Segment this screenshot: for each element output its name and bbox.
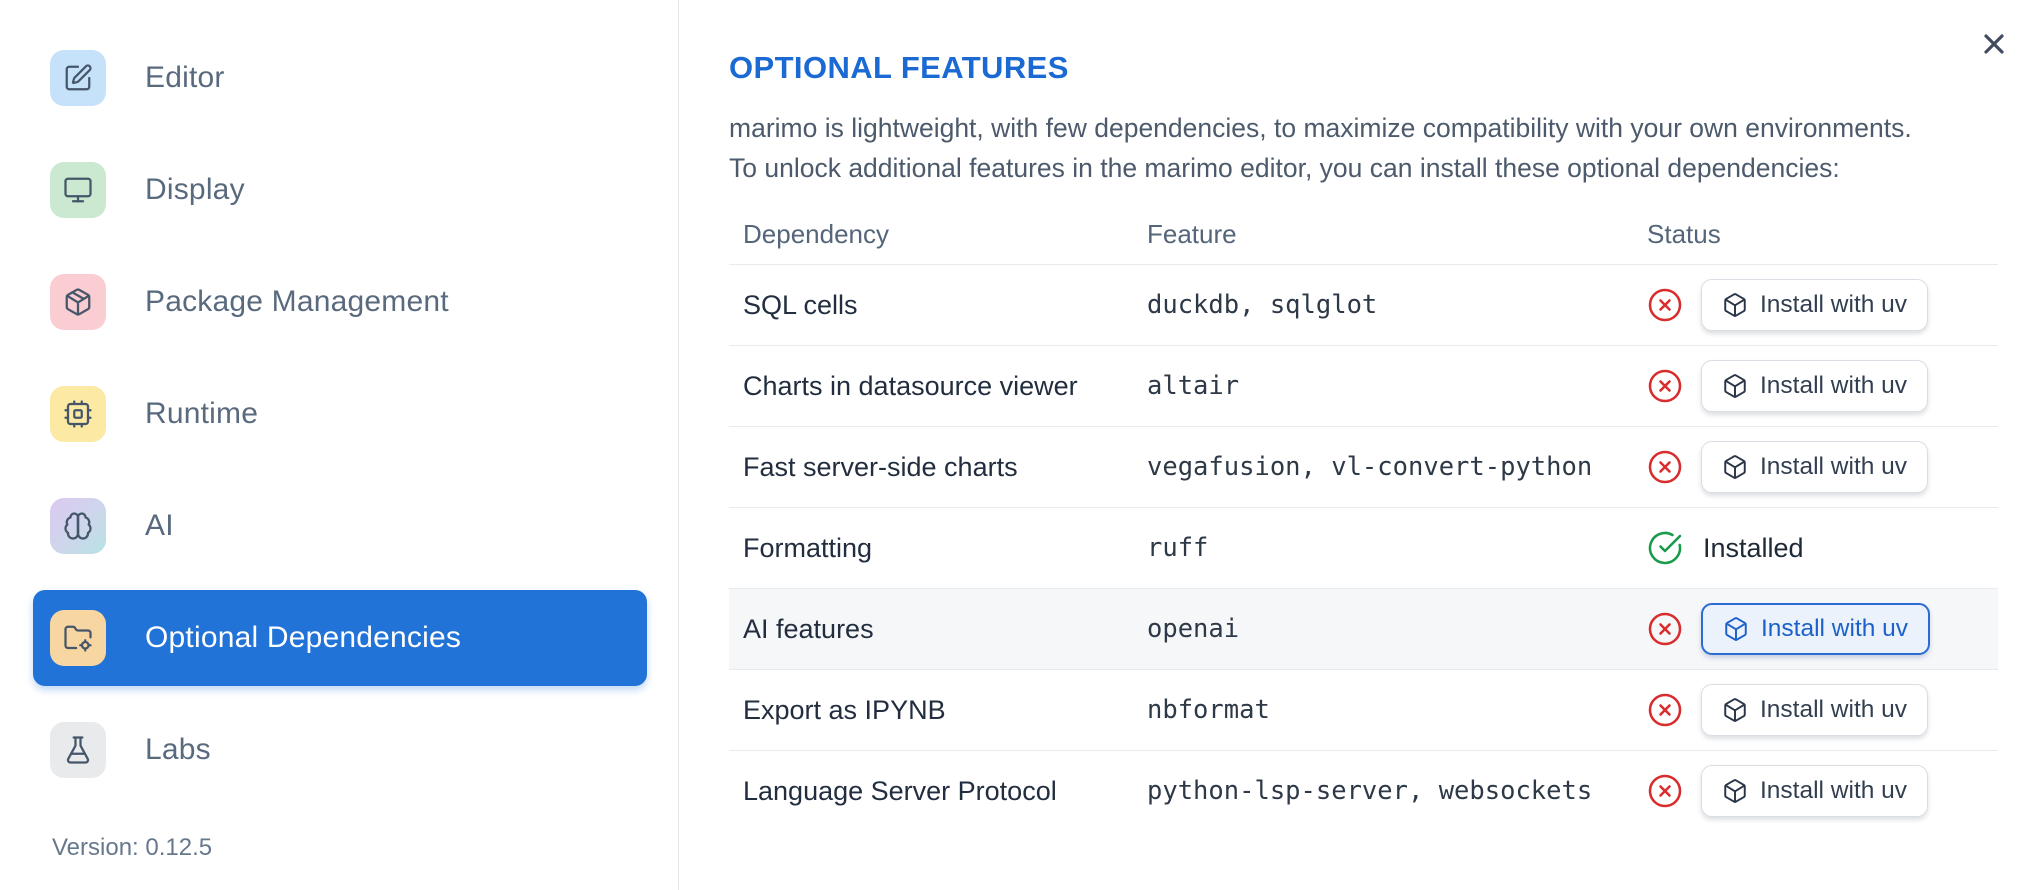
cpu-icon xyxy=(50,386,106,442)
monitor-icon xyxy=(50,162,106,218)
close-icon[interactable] xyxy=(1976,26,2012,62)
table-row: SQL cells duckdb, sqlglot Install with u… xyxy=(729,265,1998,346)
install-button-label: Install with uv xyxy=(1760,777,1908,804)
circle-x-icon xyxy=(1647,449,1683,485)
dependency-name: Export as IPYNB xyxy=(743,694,946,725)
sidebar-item-label: AI xyxy=(145,509,174,542)
sidebar-item-label: Editor xyxy=(145,61,225,94)
settings-dialog: Editor Display Package Management Runtim… xyxy=(0,0,2042,890)
circle-x-icon xyxy=(1647,611,1683,647)
install-button-label: Install with uv xyxy=(1760,291,1908,318)
dependency-name: Formatting xyxy=(743,532,873,563)
feature-packages: ruff xyxy=(1147,533,1209,563)
table-row: Formatting ruff Installed xyxy=(729,508,1998,589)
feature-packages: python-lsp-server, websockets xyxy=(1147,776,1593,806)
dependency-name: SQL cells xyxy=(743,289,858,320)
settings-sidebar: Editor Display Package Management Runtim… xyxy=(0,0,679,890)
sidebar-item-label: Optional Dependencies xyxy=(145,621,462,654)
sidebar-item-ai[interactable]: AI xyxy=(33,478,647,574)
intro-line-2: To unlock additional features in the mar… xyxy=(729,153,1840,183)
table-row: Charts in datasource viewer altair Insta… xyxy=(729,346,1998,427)
feature-packages: openai xyxy=(1147,614,1240,644)
package-icon xyxy=(1724,374,1746,398)
sidebar-item-optional-dependencies[interactable]: Optional Dependencies xyxy=(33,590,647,686)
table-row: AI features openai Install with uv xyxy=(729,589,1998,670)
square-pen-icon xyxy=(50,50,106,106)
feature-packages: nbformat xyxy=(1147,695,1270,725)
column-header-status: Status xyxy=(1647,218,1721,249)
package-icon xyxy=(1724,779,1746,803)
dependency-name: AI features xyxy=(743,613,874,644)
install-button-label: Install with uv xyxy=(1761,615,1909,642)
dependency-name: Fast server-side charts xyxy=(743,451,1018,482)
package-icon xyxy=(1724,293,1746,317)
feature-packages: vegafusion, vl-convert-python xyxy=(1147,452,1593,482)
install-with-uv-button[interactable]: Install with uv xyxy=(1701,603,1931,655)
table-row: Language Server Protocol python-lsp-serv… xyxy=(729,751,1998,831)
sidebar-item-editor[interactable]: Editor xyxy=(33,30,647,126)
sidebar-item-label: Labs xyxy=(145,733,211,766)
circle-x-icon xyxy=(1647,773,1683,809)
flask-icon xyxy=(50,722,106,778)
column-header-feature: Feature xyxy=(1147,218,1237,249)
column-header-dependency: Dependency xyxy=(743,218,889,249)
intro-line-1: marimo is lightweight, with few dependen… xyxy=(729,113,1912,143)
install-button-label: Install with uv xyxy=(1760,696,1908,723)
table-row: Fast server-side charts vegafusion, vl-c… xyxy=(729,427,1998,508)
feature-packages: altair xyxy=(1147,371,1240,401)
package-icon xyxy=(1724,455,1746,479)
dependency-name: Charts in datasource viewer xyxy=(743,370,1078,401)
sidebar-item-display[interactable]: Display xyxy=(33,142,647,238)
dependencies-table: Dependency Feature Status SQL cells duck… xyxy=(729,204,1998,831)
sidebar-item-runtime[interactable]: Runtime xyxy=(33,366,647,462)
sidebar-item-labs[interactable]: Labs xyxy=(33,702,647,798)
folder-cog-icon xyxy=(50,610,106,666)
optional-features-panel: OPTIONAL FEATURES marimo is lightweight,… xyxy=(680,0,2042,890)
install-with-uv-button[interactable]: Install with uv xyxy=(1701,279,1929,331)
intro-text: marimo is lightweight, with few dependen… xyxy=(729,108,2042,188)
install-with-uv-button[interactable]: Install with uv xyxy=(1701,765,1929,817)
brain-icon xyxy=(50,498,106,554)
sidebar-item-label: Runtime xyxy=(145,397,259,430)
dependency-name: Language Server Protocol xyxy=(743,775,1057,806)
install-with-uv-button[interactable]: Install with uv xyxy=(1701,360,1929,412)
installed-status-text: Installed xyxy=(1703,532,1804,563)
version-text: Version: 0.12.5 xyxy=(52,834,213,861)
circle-x-icon xyxy=(1647,368,1683,404)
package-icon xyxy=(1724,698,1746,722)
install-with-uv-button[interactable]: Install with uv xyxy=(1701,441,1929,493)
package-icon xyxy=(1725,617,1747,641)
table-header-row: Dependency Feature Status xyxy=(729,204,1998,265)
feature-packages: duckdb, sqlglot xyxy=(1147,290,1378,320)
package-icon xyxy=(50,274,106,330)
sidebar-item-package-management[interactable]: Package Management xyxy=(33,254,647,350)
sidebar-item-label: Display xyxy=(145,173,245,206)
page-title: OPTIONAL FEATURES xyxy=(729,50,1069,85)
circle-x-icon xyxy=(1647,287,1683,323)
table-row: Export as IPYNB nbformat Install with uv xyxy=(729,670,1998,751)
sidebar-item-label: Package Management xyxy=(145,285,449,318)
circle-x-icon xyxy=(1647,692,1683,728)
install-with-uv-button[interactable]: Install with uv xyxy=(1701,684,1929,736)
circle-check-icon xyxy=(1647,530,1683,566)
install-button-label: Install with uv xyxy=(1760,372,1908,399)
install-button-label: Install with uv xyxy=(1760,453,1908,480)
